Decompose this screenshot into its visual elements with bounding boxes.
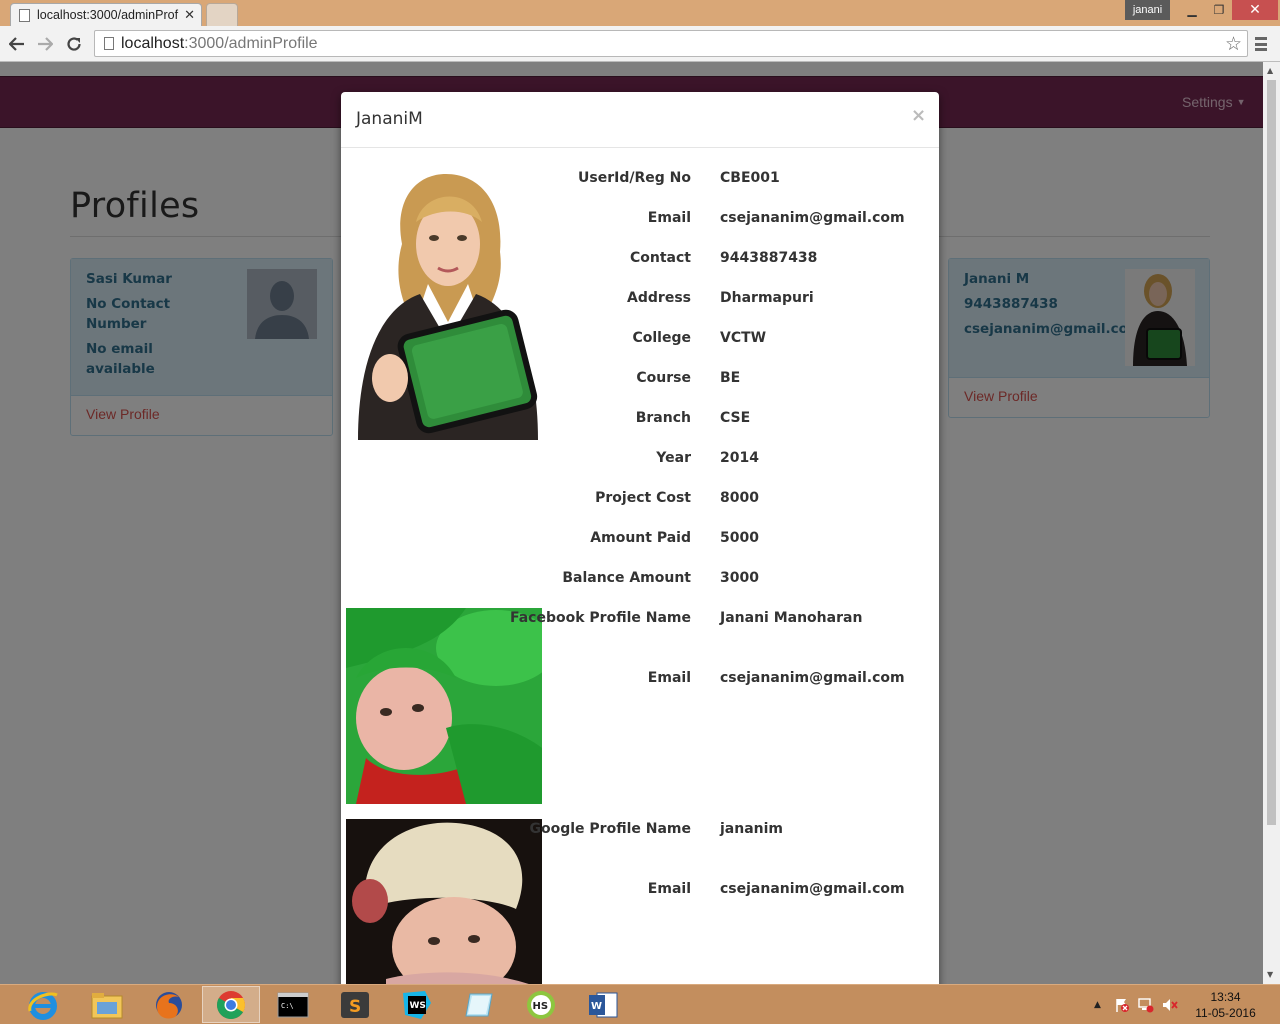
svg-text:HS: HS <box>533 1001 549 1012</box>
close-icon[interactable]: × <box>911 105 926 126</box>
google-email-value: csejananim@gmail.com <box>720 881 905 897</box>
notes-app-icon[interactable] <box>450 986 508 1023</box>
svg-text:C:\: C:\ <box>281 1002 294 1010</box>
minimize-icon[interactable]: ▁ <box>1178 0 1206 20</box>
browser-titlebar: localhost:3000/adminProf ✕ janani ▁ ❐ ✕ <box>0 0 1280 26</box>
new-tab-button[interactable] <box>206 3 238 26</box>
field-value: CBE001 <box>720 170 780 186</box>
modal-header: JananiM × <box>341 92 939 148</box>
volume-muted-icon[interactable] <box>1162 997 1178 1016</box>
field-label: Address <box>627 290 691 306</box>
field-value: CSE <box>720 410 751 426</box>
url-text: localhost:3000/adminProfile <box>121 34 318 52</box>
field-value: 8000 <box>720 490 759 506</box>
word-icon[interactable]: W <box>574 986 632 1023</box>
field-value: BE <box>720 370 741 386</box>
command-prompt-icon[interactable]: C:\ <box>264 986 322 1023</box>
system-clock[interactable]: 13:34 11-05-2016 <box>1188 989 1263 1021</box>
facebook-email-label: Email <box>647 670 691 686</box>
field-value: 3000 <box>720 570 759 586</box>
internet-explorer-icon[interactable] <box>14 986 72 1023</box>
field-label: UserId/Reg No <box>578 170 691 186</box>
facebook-name-value: Janani Manoharan <box>720 610 863 626</box>
field-label: Balance Amount <box>562 570 691 586</box>
field-label: Email <box>647 210 691 226</box>
field-label: College <box>632 330 691 346</box>
page-viewport: Settings▼ Profiles Sasi Kumar No Contact… <box>0 62 1263 984</box>
svg-text:W: W <box>591 1001 602 1012</box>
reload-icon[interactable] <box>61 31 87 57</box>
svg-text:S: S <box>349 997 361 1017</box>
google-profile-photo <box>346 819 542 984</box>
show-hidden-icons-icon[interactable]: ▲ <box>1094 1000 1101 1010</box>
action-center-flag-icon[interactable] <box>1114 997 1130 1016</box>
field-value: Dharmapuri <box>720 290 814 306</box>
scroll-up-icon[interactable]: ▲ <box>1267 66 1273 75</box>
field-value: 5000 <box>720 530 759 546</box>
webstorm-icon[interactable]: WS <box>388 986 446 1023</box>
file-explorer-icon[interactable] <box>78 986 136 1023</box>
chrome-menu-icon[interactable] <box>1253 34 1269 54</box>
browser-tab-active[interactable]: localhost:3000/adminProf ✕ <box>10 3 202 26</box>
facebook-name-label: Facebook Profile Name <box>509 610 691 626</box>
forward-arrow-icon[interactable] <box>32 31 58 57</box>
page-icon <box>104 37 114 50</box>
clock-date: 11-05-2016 <box>1195 1006 1256 1020</box>
browser-toolbar: localhost:3000/adminProfile ☆ <box>0 26 1280 62</box>
facebook-profile-photo <box>346 608 542 804</box>
field-value: 9443887438 <box>720 250 818 266</box>
page-scrollbar[interactable]: ▲ ▼ <box>1263 62 1280 984</box>
facebook-email-value: csejananim@gmail.com <box>720 670 905 686</box>
address-bar[interactable]: localhost:3000/adminProfile ☆ <box>94 30 1248 57</box>
window-close-icon[interactable]: ✕ <box>1232 0 1278 20</box>
profile-modal: JananiM × UserId/Reg No CBE001 Email cse… <box>341 92 939 984</box>
field-label: Contact <box>630 250 691 266</box>
clock-time: 13:34 <box>1210 990 1241 1004</box>
bookmark-star-icon[interactable]: ☆ <box>1225 33 1242 55</box>
restore-icon[interactable]: ❐ <box>1206 0 1232 20</box>
field-value: VCTW <box>720 330 767 346</box>
field-label: Year <box>656 450 691 466</box>
scrollbar-thumb[interactable] <box>1267 80 1276 825</box>
back-arrow-icon[interactable] <box>4 31 30 57</box>
page-icon <box>19 8 30 22</box>
tab-title: localhost:3000/adminProf <box>37 8 179 22</box>
field-label: Project Cost <box>595 490 691 506</box>
field-label: Amount Paid <box>590 530 691 546</box>
network-icon[interactable] <box>1138 997 1154 1016</box>
modal-title: JananiM <box>356 109 423 129</box>
field-label: Course <box>636 370 691 386</box>
google-name-value: jananim <box>720 821 784 837</box>
google-name-label: Google Profile Name <box>529 821 692 837</box>
tab-close-icon[interactable]: ✕ <box>184 8 195 23</box>
field-label: Branch <box>635 410 691 426</box>
svg-text:WS: WS <box>410 1001 426 1011</box>
profile-user-badge[interactable]: janani <box>1125 0 1170 20</box>
hs-app-icon[interactable]: HS <box>512 986 570 1023</box>
firefox-icon[interactable] <box>140 986 198 1023</box>
field-value: csejananim@gmail.com <box>720 210 905 226</box>
windows-taskbar: C:\ S WS HS W ▲ 13:34 11-05-2016 <box>0 984 1280 1024</box>
field-value: 2014 <box>720 450 759 466</box>
sublime-text-icon[interactable]: S <box>326 986 384 1023</box>
google-email-label: Email <box>647 881 691 897</box>
scroll-down-icon[interactable]: ▼ <box>1267 970 1273 979</box>
chrome-icon[interactable] <box>202 986 260 1023</box>
